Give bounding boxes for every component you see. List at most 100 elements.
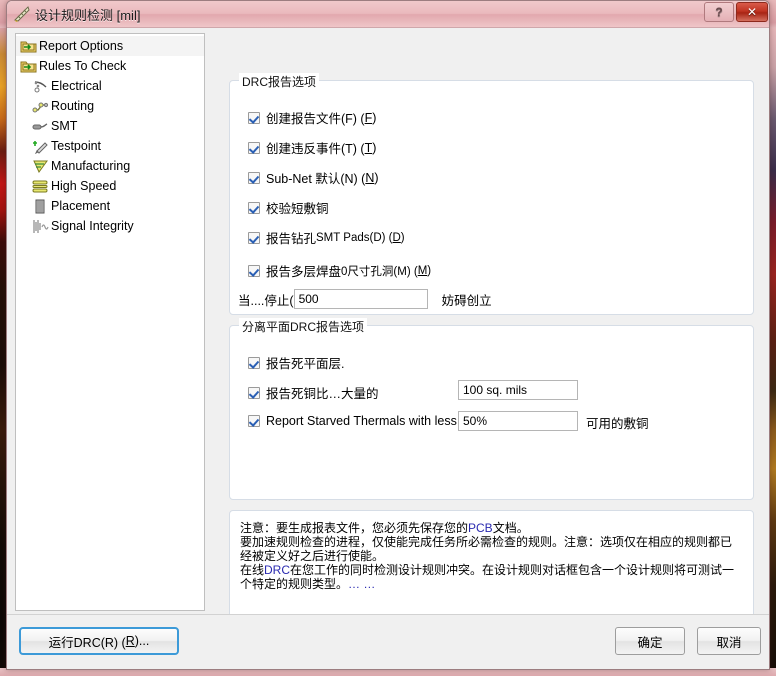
checkbox-label: 报告死铜比…大量的 — [266, 387, 379, 401]
note-line3-keyword: DRC — [264, 563, 291, 577]
stop-when-value-input[interactable] — [293, 289, 428, 309]
sidebar-item-report-options[interactable]: Report Options — [16, 36, 204, 56]
checkbox-mnemonic: D — [392, 231, 401, 244]
signal-integrity-icon — [33, 219, 49, 233]
run-drc-mnemonic: R — [125, 634, 135, 648]
ok-button[interactable]: 确定 — [615, 627, 685, 655]
sidebar-item-label: High Speed — [51, 179, 117, 193]
checkbox-box[interactable] — [248, 141, 260, 154]
checkbox-mnemonic: M — [417, 264, 428, 277]
group-legend: 分离平面DRC报告选项 — [239, 318, 367, 335]
sidebar-item-signal-integrity[interactable]: Signal Integrity — [16, 216, 204, 236]
testpoint-icon — [33, 140, 48, 154]
checkbox-label-suffix: ) — [400, 231, 405, 244]
sidebar-item-label: SMT — [51, 119, 78, 133]
checkbox-label-suffix: ) — [372, 140, 377, 155]
sidebar-item-label: Testpoint — [51, 139, 102, 153]
checkbox-label: 报告死平面层. — [266, 357, 345, 371]
checkbox-label: 创建违反事件(T) ( — [266, 142, 365, 156]
checkbox-mnemonic: F — [364, 110, 373, 125]
checkbox-box[interactable] — [248, 264, 260, 277]
checkbox-report-starved-thermals[interactable]: Report Starved Thermals with less than — [248, 414, 485, 428]
electrical-icon — [34, 80, 47, 92]
checkbox-label-suffix: ) — [374, 170, 379, 185]
navigation-tree[interactable]: Report Options Rules To Check Electrical — [15, 33, 205, 611]
note-line1-a: 注意：要生成报表文件，您必须先保存您的 — [240, 521, 469, 535]
checkbox-label: Report Starved Thermals with less than — [266, 414, 485, 428]
sidebar-item-electrical[interactable]: Electrical — [16, 76, 204, 96]
checkbox-create-report-file[interactable]: 创建报告文件(F) ( F ) — [248, 108, 376, 127]
smt-icon — [32, 122, 48, 129]
group-legend: DRC报告选项 — [239, 73, 319, 90]
cancel-button[interactable]: 取消 — [697, 627, 761, 655]
stop-when-prefix: 当....停止( — [238, 293, 294, 308]
sidebar-item-label: Placement — [51, 199, 111, 213]
checkbox-label-suffix: ) — [427, 264, 432, 277]
dialog-title: 设计规则检测 [mil] — [35, 8, 141, 23]
starved-thermals-suffix-label: 可用的敷铜 — [586, 417, 649, 431]
note-line3-a: 在线 — [240, 563, 265, 577]
manufacturing-icon — [33, 160, 48, 173]
checkbox-label-suffix: ) — [372, 110, 377, 125]
dead-copper-threshold-input[interactable] — [458, 380, 578, 400]
checkbox-report-multilayer-zero-size-holes[interactable]: 报告多层焊盘 0尺寸孔洞(M) ( M ) — [248, 261, 431, 280]
starved-thermals-threshold-input[interactable] — [458, 411, 578, 431]
dialog-footer: 运行DRC(R) (R)... 确定 取消 — [7, 614, 769, 669]
sidebar-item-label: Signal Integrity — [51, 219, 134, 233]
run-drc-prefix: 运行DRC(R) ( — [48, 635, 126, 650]
dialog-title-bar[interactable]: 设计规则检测 [mil] ? ✕ — [7, 1, 769, 28]
sidebar-item-placement[interactable]: Placement — [16, 196, 204, 216]
checkbox-box[interactable] — [248, 356, 260, 369]
sidebar-item-testpoint[interactable]: Testpoint — [16, 136, 204, 156]
folder-report-icon — [20, 41, 37, 52]
checkbox-label: 报告钻孔 — [266, 232, 317, 246]
checkbox-label-b: 0尺寸孔洞(M) ( — [341, 265, 418, 278]
note-line1-keyword: PCB — [468, 521, 493, 535]
checkbox-box[interactable] — [248, 415, 260, 427]
checkbox-verify-shorting-copper[interactable]: 校验短敷铜 — [248, 198, 329, 217]
checkbox-mnemonic: N — [365, 170, 375, 185]
sidebar-item-high-speed[interactable]: High Speed — [16, 176, 204, 196]
checkbox-report-dead-copper[interactable]: 报告死铜比…大量的 — [248, 383, 379, 402]
checkbox-box[interactable] — [248, 171, 260, 184]
sidebar-item-label: Manufacturing — [51, 159, 131, 173]
high-speed-icon — [32, 180, 48, 192]
help-button[interactable]: ? — [704, 2, 734, 22]
checkbox-label: 校验短敷铜 — [266, 202, 329, 216]
design-rule-checker-dialog: 设计规则检测 [mil] ? ✕ Report Options Rules To… — [6, 0, 770, 670]
routing-icon — [32, 102, 49, 112]
sidebar-item-rules-to-check[interactable]: Rules To Check — [16, 56, 204, 76]
checkbox-report-drilled-smt-pads[interactable]: 报告钻孔 SMT Pads(D) ( D ) — [248, 228, 405, 247]
sidebar-item-manufacturing[interactable]: Manufacturing — [16, 156, 204, 176]
run-drc-button[interactable]: 运行DRC(R) (R)... — [19, 627, 179, 655]
run-drc-suffix: )... — [134, 634, 150, 648]
checkbox-report-dead-plane-layers[interactable]: 报告死平面层. — [248, 353, 344, 372]
note-line2: 要加速规则检查的进程，仅使能完成任务所必需检查的规则。注意：选项仅在相应的规则都… — [240, 535, 733, 563]
note-line1-b: 文档。 — [492, 521, 529, 535]
dialog-body: Report Options Rules To Check Electrical — [7, 28, 769, 669]
sidebar-item-label: Routing — [51, 99, 95, 113]
sidebar-item-label: Electrical — [51, 79, 102, 93]
checkbox-label-b: SMT Pads(D) ( — [316, 231, 393, 244]
checkbox-sub-net-details[interactable]: Sub-Net 默认(N) ( N ) — [248, 168, 379, 187]
stop-when-violations-row: 当....停止( 妨碍创立 — [238, 289, 492, 309]
checkbox-label: 创建报告文件(F) ( — [266, 112, 365, 126]
sidebar-item-routing[interactable]: Routing — [16, 96, 204, 116]
checkbox-label: 报告多层焊盘 — [266, 265, 342, 279]
ruler-icon — [14, 6, 30, 22]
checkbox-box[interactable] — [248, 231, 260, 244]
folder-rules-icon — [20, 61, 37, 72]
drc-report-options-group: DRC报告选项 创建报告文件(F) ( F ) 创建违反事件(T) ( T ) … — [229, 73, 754, 315]
note-line3-b: 在您工作的同时检测设计规则冲突。在设计规则对话框包含一个设计规则将可测试一个特定… — [240, 563, 735, 591]
placement-icon — [35, 199, 45, 213]
sidebar-item-label: Report Options — [39, 39, 124, 53]
checkbox-box[interactable] — [248, 111, 260, 124]
checkbox-box[interactable] — [248, 201, 260, 214]
checkbox-create-violations[interactable]: 创建违反事件(T) ( T ) — [248, 138, 376, 157]
checkbox-box[interactable] — [248, 386, 260, 399]
sidebar-item-label: Rules To Check — [39, 59, 127, 73]
checkbox-mnemonic: T — [364, 140, 373, 155]
split-plane-drc-options-group: 分离平面DRC报告选项 报告死平面层. 报告死铜比…大量的 Report Sta… — [229, 318, 754, 500]
close-button[interactable]: ✕ — [736, 2, 768, 22]
sidebar-item-smt[interactable]: SMT — [16, 116, 204, 136]
